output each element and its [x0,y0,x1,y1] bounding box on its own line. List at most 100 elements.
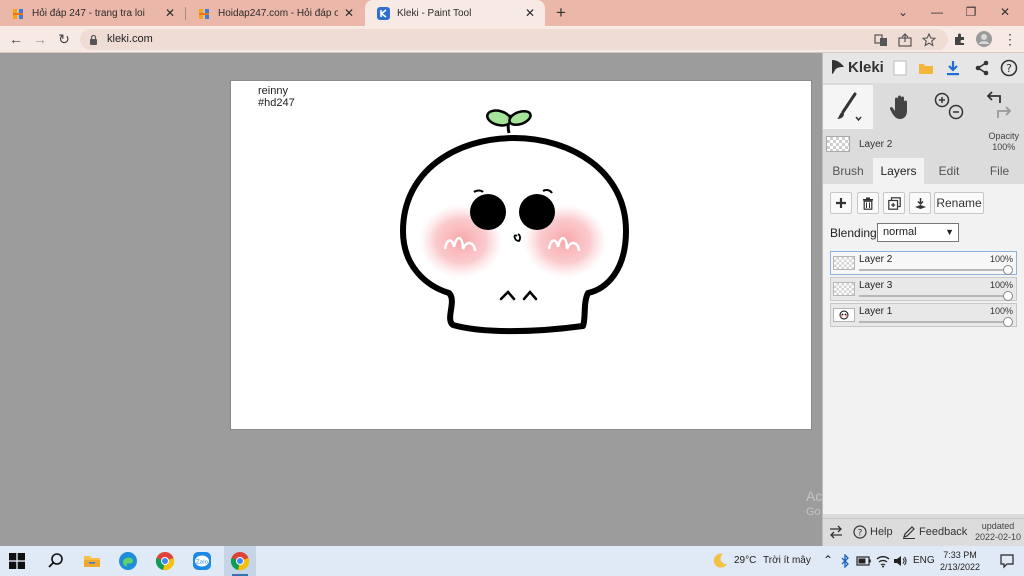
hand-icon [889,95,907,119]
kleki-favicon-icon [377,6,390,20]
help-circle-icon[interactable]: ? [1000,59,1018,77]
battery-icon[interactable] [856,554,872,568]
feedback-label: Feedback [919,526,968,538]
share-icon[interactable] [973,59,991,77]
layer-opacity-slider-track[interactable] [859,269,1008,271]
help-button[interactable]: ? Help [853,525,893,539]
undo-redo-buttons [973,85,1023,129]
wifi-icon[interactable] [876,554,890,568]
clock-time: 7:33 PM [943,550,977,560]
tab-edit[interactable]: Edit [924,158,974,184]
tab-close-icon[interactable]: ✕ [163,6,177,20]
search-icon[interactable] [46,551,66,571]
merge-layer-button[interactable] [909,192,931,214]
windows-taskbar: Zalo 29°C Trời ít mây ⌃ ENG 7:33 PM 2/13… [0,546,1024,576]
delete-layer-button[interactable] [857,192,879,214]
forward-button[interactable]: → [30,30,50,48]
kleki-side-panel: Kleki ? Layer 2 Opacity 100% Brush Layer… [822,53,1024,546]
hand-tool-button[interactable] [875,85,925,129]
extensions-puzzle-icon[interactable] [952,31,968,47]
zoom-in-out-icon[interactable] [929,90,969,124]
blending-mode-select[interactable]: normal ▼ [877,223,959,242]
url-text: kleki.com [107,33,153,45]
zalo-icon[interactable]: Zalo [192,551,212,571]
tab-title: Hỏi đáp 247 - trang tra loi [32,7,145,19]
layer-opacity-slider-handle[interactable] [1003,291,1013,301]
canvas-workspace[interactable]: reinny #hd247 [0,53,822,546]
weather-description[interactable]: Trời ít mây [763,555,811,566]
browser-tab-strip: Hỏi đáp 247 - trang tra loi ✕ Hoidap247.… [0,0,1024,26]
tray-overflow-chevron-icon[interactable]: ⌃ [823,553,833,567]
file-explorer-icon[interactable] [82,551,102,571]
rename-layer-button[interactable]: Rename [934,192,984,214]
chevron-down-icon: ▼ [945,227,954,237]
layer-opacity-slider-handle[interactable] [1003,265,1013,275]
undo-redo-icon[interactable] [978,90,1018,124]
tab-file[interactable]: File [974,158,1024,184]
tab-close-icon[interactable]: ✕ [342,6,356,20]
reload-button[interactable]: ↻ [54,30,74,48]
open-folder-icon[interactable] [917,59,935,77]
clock-date: 2/13/2022 [940,562,981,572]
new-tab-button[interactable]: + [552,3,570,23]
restore-button[interactable]: ❐ [954,2,988,22]
chrome-active-icon[interactable] [230,551,250,571]
volume-icon[interactable] [893,554,907,568]
tab-close-icon[interactable]: ✕ [523,6,537,20]
layer-item-layer-2[interactable]: Layer 2 100% [830,251,1017,275]
drawing-canvas[interactable]: reinny #hd247 [230,80,812,430]
share-page-icon[interactable] [898,33,912,47]
lock-icon [90,34,97,45]
skull-drawing [400,109,629,335]
brush-icon [837,92,862,122]
address-bar[interactable]: kleki.com [80,29,948,50]
updated-date: 2022-02-10 [974,532,1021,542]
taskbar-clock[interactable]: 7:33 PM 2/13/2022 [940,549,980,573]
layer-item-layer-3[interactable]: Layer 3 100% [830,277,1017,301]
close-window-button[interactable]: ✕ [988,2,1022,22]
kleki-brand-name: Kleki [848,59,884,76]
feedback-button[interactable]: Feedback [902,525,967,539]
bluetooth-icon[interactable] [840,554,850,568]
translate-icon[interactable] [874,33,888,47]
tab-hoidap-1[interactable]: Hỏi đáp 247 - trang tra loi ✕ [0,0,185,26]
weather-temperature[interactable]: 29°C [734,555,756,566]
swap-panel-button[interactable] [829,525,843,539]
layer-opacity: 100% [989,254,1013,264]
svg-text:Zalo: Zalo [196,559,209,565]
chrome-menu-icon[interactable]: ⋮ [1000,30,1020,48]
tab-layers[interactable]: Layers [873,158,924,184]
new-image-icon[interactable] [891,59,909,77]
back-button[interactable]: ← [6,30,26,48]
weather-moon-icon[interactable] [712,552,729,569]
tab-brush[interactable]: Brush [823,158,873,184]
layer-thumbnail [833,256,855,270]
notifications-icon[interactable] [999,553,1015,569]
current-layer-opacity[interactable]: Opacity 100% [988,131,1019,153]
duplicate-layer-button[interactable] [883,192,905,214]
layer-opacity-slider-handle[interactable] [1003,317,1013,327]
tab-hoidap-2[interactable]: Hoidap247.com - Hỏi đáp online ✕ [186,0,364,26]
input-language[interactable]: ENG [913,555,935,566]
profile-avatar-icon[interactable] [975,30,993,48]
chrome-icon[interactable] [155,551,175,571]
opacity-value: 100% [992,142,1016,152]
edge-browser-icon[interactable] [118,551,138,571]
tab-kleki[interactable]: Kleki - Paint Tool ✕ [365,0,545,26]
download-icon[interactable] [944,59,962,77]
layer-opacity-slider-track[interactable] [859,321,1008,323]
minimize-button[interactable]: — [920,2,954,22]
duplicate-icon [887,196,901,210]
add-layer-button[interactable] [830,192,852,214]
layer-opacity-slider-track[interactable] [859,295,1008,297]
layer-item-layer-1[interactable]: Layer 1 100% [830,303,1017,327]
brush-tool-button[interactable] [823,85,873,129]
tab-search-chevron-icon[interactable]: ⌄ [886,2,920,22]
zoom-buttons [927,85,971,129]
windows-start-icon[interactable] [9,553,25,569]
panel-footer: ? Help Feedback updated 2022-02-10 [823,518,1024,546]
bookmark-star-icon[interactable] [922,33,936,47]
updated-label: updated [981,521,1015,531]
layer-thumbnail [833,282,855,296]
swap-arrows-icon [830,525,842,539]
